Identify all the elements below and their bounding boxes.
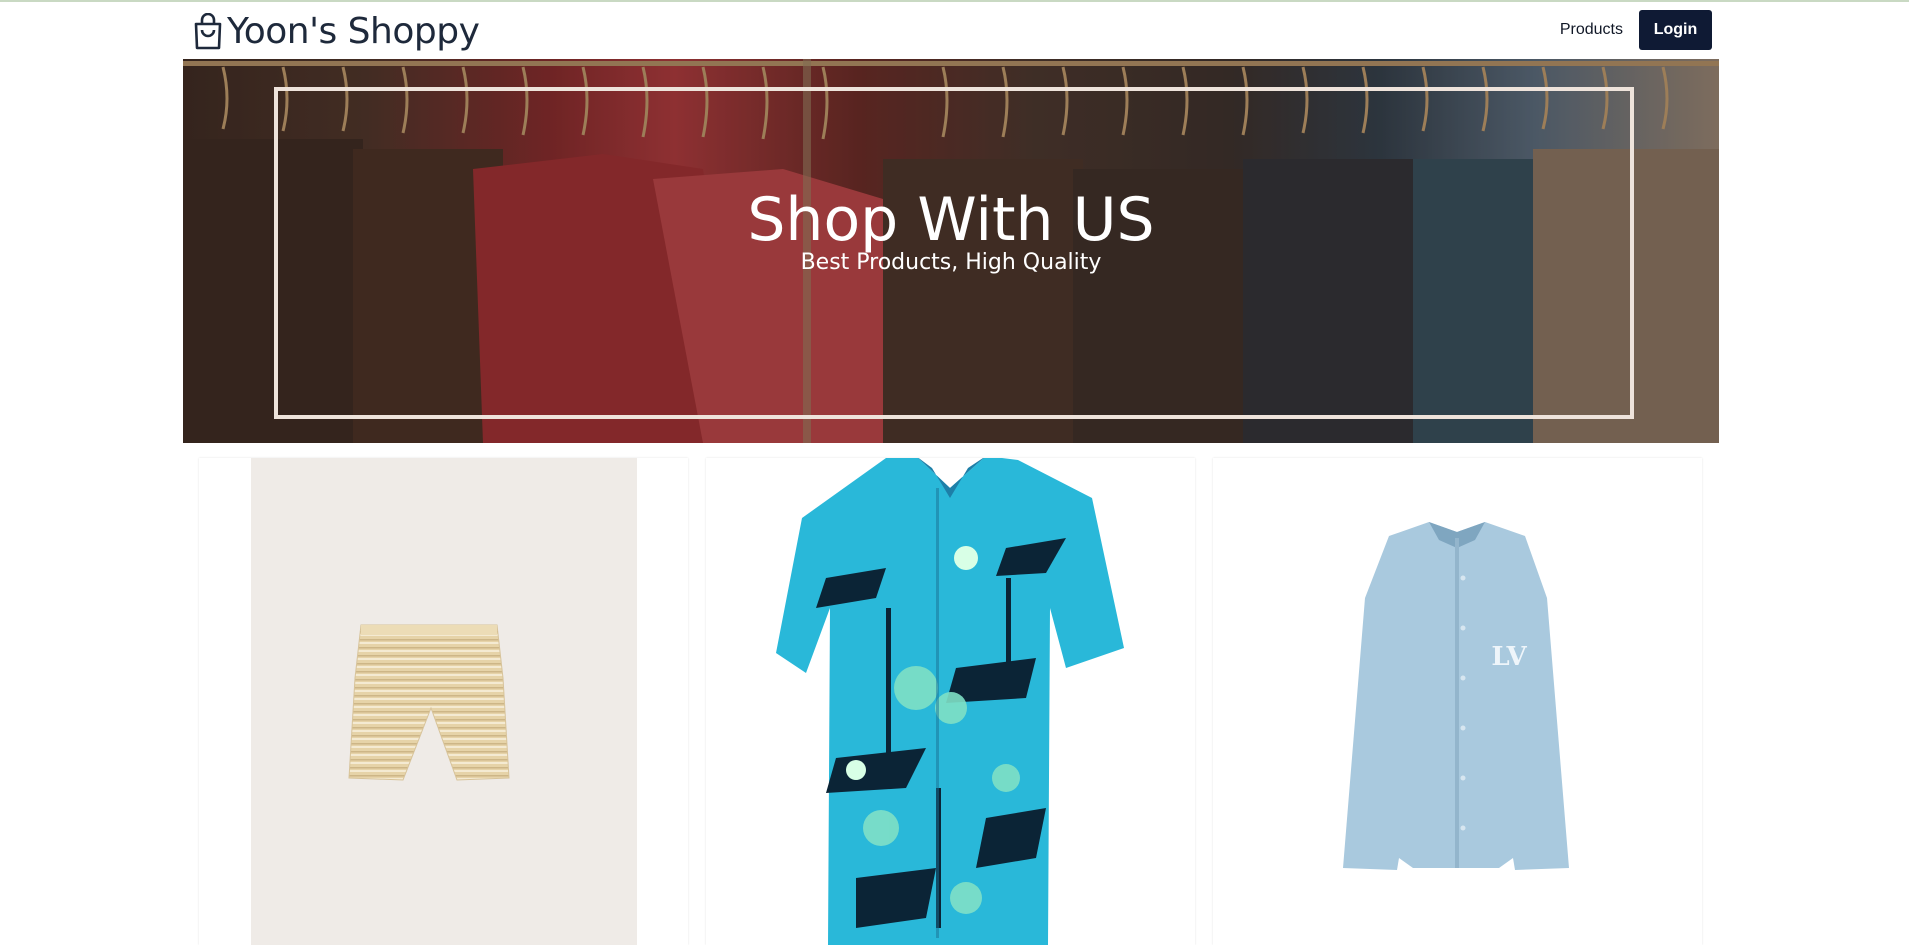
- hero-subtitle: Best Products, High Quality: [800, 250, 1102, 275]
- login-button[interactable]: Login: [1639, 10, 1712, 50]
- nav-products-link[interactable]: Products: [1560, 21, 1623, 39]
- shirt-logo-text: LV: [1491, 642, 1527, 672]
- navbar: Yoon's Shoppy Products Login: [183, 2, 1720, 58]
- product-card[interactable]: [706, 458, 1195, 945]
- shopping-bag-icon: [194, 13, 222, 50]
- hero-title: Shop With US: [747, 185, 1155, 255]
- nav-links: Products Login: [1560, 10, 1712, 50]
- product-image-shorts: [348, 624, 510, 781]
- product-image-light-blue-shirt: LV: [1343, 522, 1569, 870]
- hero-banner: Shop With US Best Products, High Quality: [183, 59, 1719, 443]
- product-image-hawaiian-shirt: [776, 458, 1124, 945]
- product-card[interactable]: LV: [1213, 458, 1702, 945]
- product-card[interactable]: [199, 458, 688, 945]
- brand-name: Yoon's Shoppy: [227, 11, 480, 52]
- brand-link[interactable]: Yoon's Shoppy: [191, 10, 480, 54]
